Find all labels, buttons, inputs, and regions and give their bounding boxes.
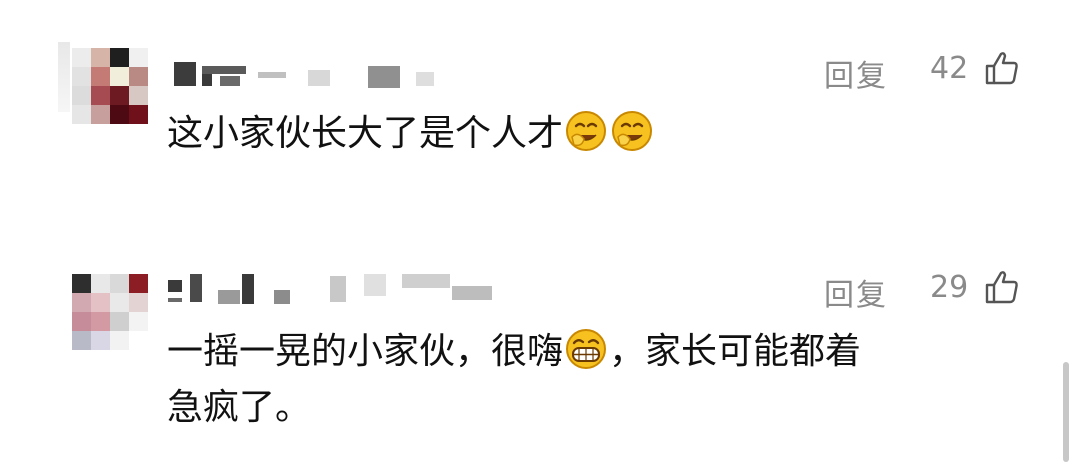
comment-item: 回复 42 这小家伙长大了是个人才: [0, 0, 1080, 232]
thumbs-up-icon[interactable]: [984, 269, 1020, 305]
grin-face-icon: [612, 111, 653, 151]
reply-button[interactable]: 回复: [824, 51, 888, 95]
like-count: 29: [930, 270, 969, 305]
avatar[interactable]: [72, 48, 148, 124]
comment-body: 这小家伙长大了是个人才: [167, 113, 564, 154]
comment-body-part3: 急疯了。: [167, 387, 312, 428]
grin-face-icon: [566, 111, 607, 151]
reply-button[interactable]: 回复: [824, 270, 888, 314]
like-count: 42: [930, 51, 969, 86]
comment-body-part1: 一摇一晃的小家伙，很嗨: [167, 331, 564, 372]
comment-text: 这小家伙长大了是个人才: [167, 106, 1027, 162]
comment-text: 一摇一晃的小家伙，很嗨 ，家长可能都着急疯了。: [167, 324, 1027, 436]
big-grin-face-icon: [566, 329, 607, 369]
thumbs-up-icon[interactable]: [984, 50, 1020, 86]
comment-item: 回复 29 一摇一晃的小家伙，很嗨 ，家长可能都着急疯了。: [0, 232, 1080, 464]
avatar[interactable]: [72, 274, 148, 350]
comment-body-part2: ，家长可能都着: [609, 331, 862, 372]
avatar-edge: [58, 42, 70, 112]
scrollbar[interactable]: [1063, 362, 1069, 462]
